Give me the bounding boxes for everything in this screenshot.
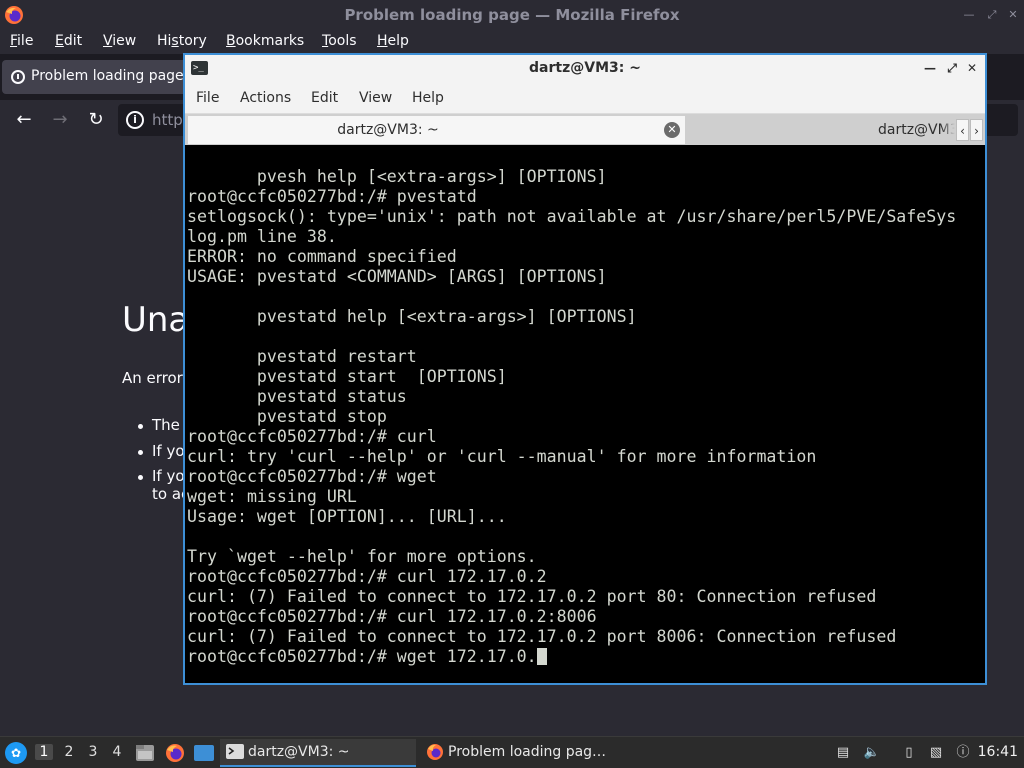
firefox-tab[interactable]: Problem loading page xyxy=(2,60,192,94)
forward-arrow-icon[interactable]: → xyxy=(49,109,71,131)
minimize-icon[interactable]: — xyxy=(962,8,976,22)
firefox-menubar: File Edit View History Bookmarks Tools H… xyxy=(0,30,1024,54)
firefox-icon xyxy=(427,744,443,760)
terminal-line: curl: (7) Failed to connect to 172.17.0.… xyxy=(187,627,897,646)
terminal-tab-active[interactable]: dartz@VM3: ~ ✕ xyxy=(188,116,685,144)
menu-file[interactable]: File xyxy=(10,33,33,49)
terminal-line: root@ccfc050277bd:/# pvestatd xyxy=(187,187,477,206)
workspace-1[interactable]: 1 xyxy=(35,744,53,760)
terminal-line: Try `wget --help' for more options. xyxy=(187,547,537,566)
update-notifier-icon[interactable]: ⓘ xyxy=(954,744,972,762)
terminal-menu-file[interactable]: File xyxy=(196,90,219,106)
error-bullet-2: If yo xyxy=(152,442,185,460)
terminal-menubar: File Actions Edit View Help xyxy=(185,83,985,113)
terminal-line: wget: missing URL xyxy=(187,487,357,506)
error-bullet-1: The xyxy=(152,416,180,434)
file-manager-icon[interactable] xyxy=(134,742,156,764)
taskbar: ✿ 1 2 3 4 dartz@VM3: ~ Problem loading p… xyxy=(0,736,1024,768)
terminal-line: curl: (7) Failed to connect to 172.17.0.… xyxy=(187,587,877,606)
chevron-right-icon[interactable]: › xyxy=(970,119,983,141)
window-title: Problem loading page — Mozilla Firefox xyxy=(344,6,680,24)
terminal-menu-view[interactable]: View xyxy=(359,90,392,106)
warning-info-icon xyxy=(11,70,25,84)
maximize-icon[interactable]: ⤢ xyxy=(985,8,999,22)
firefox-titlebar: Problem loading page — Mozilla Firefox —… xyxy=(0,0,1024,30)
text-cursor xyxy=(536,648,547,665)
terminal-window-title: dartz@VM3: ~ xyxy=(529,60,641,76)
terminal-line: pvestatd start [OPTIONS] xyxy=(187,367,507,386)
terminal-tab-2[interactable]: dartz@VM3: ~ xyxy=(685,116,955,144)
terminal-menu-actions[interactable]: Actions xyxy=(240,90,291,106)
maximize-icon[interactable]: ⤢ xyxy=(944,60,960,76)
terminal-line: curl: try 'curl --help' or 'curl --manua… xyxy=(187,447,817,466)
menu-history[interactable]: History xyxy=(157,33,207,49)
terminal-line: pvestatd restart xyxy=(187,347,417,366)
clipboard-icon[interactable]: ▤ xyxy=(834,744,852,762)
notes-icon[interactable]: ▯ xyxy=(900,744,918,762)
terminal-line: root@ccfc050277bd:/# curl xyxy=(187,427,437,446)
task-terminal[interactable]: dartz@VM3: ~ xyxy=(220,739,416,767)
error-bullet-3: If yo xyxy=(152,467,185,485)
terminal-line: pvestatd status xyxy=(187,387,407,406)
clock[interactable]: 16:41 xyxy=(978,744,1018,760)
workspace-2[interactable]: 2 xyxy=(60,744,78,760)
terminal-line: root@ccfc050277bd:/# curl 172.17.0.2 xyxy=(187,567,547,586)
network-icon[interactable]: ▧ xyxy=(927,744,945,762)
workspace-4[interactable]: 4 xyxy=(108,744,126,760)
terminal-line: setlogsock(): type='unix': path not avai… xyxy=(187,207,957,226)
task-label: dartz@VM3: ~ xyxy=(248,744,350,760)
volume-icon[interactable]: 🔈 xyxy=(863,744,881,762)
terminal-line: pvestatd stop xyxy=(187,407,387,426)
menu-bookmarks[interactable]: Bookmarks xyxy=(226,33,304,49)
terminal-titlebar[interactable]: >_ dartz@VM3: ~ — ⤢ ✕ xyxy=(185,55,985,83)
error-paragraph: An error xyxy=(122,369,183,387)
terminal-prompt-line[interactable]: root@ccfc050277bd:/# wget 172.17.0. xyxy=(187,647,983,667)
start-menu-icon[interactable]: ✿ xyxy=(5,742,27,764)
chevron-left-icon[interactable]: ‹ xyxy=(956,119,969,141)
tab-title: Problem loading page xyxy=(31,68,184,84)
terminal-line: root@ccfc050277bd:/# wget xyxy=(187,467,437,486)
terminal-line: ERROR: no command specified xyxy=(187,247,457,266)
error-heading: Una xyxy=(122,300,190,340)
bullet-dot xyxy=(138,424,143,429)
terminal-lines: pvesh help [<extra-args>] [OPTIONS] root@… xyxy=(187,167,983,647)
firefox-launcher-icon[interactable] xyxy=(164,742,186,764)
menu-view[interactable]: View xyxy=(103,33,136,49)
minimize-icon[interactable]: — xyxy=(922,60,938,76)
terminal-output[interactable]: pvesh help [<extra-args>] [OPTIONS] root@… xyxy=(187,167,983,681)
tab-fade xyxy=(941,116,955,144)
workspace-3[interactable]: 3 xyxy=(84,744,102,760)
prompt-text: root@ccfc050277bd:/# wget 172.17.0. xyxy=(187,647,537,666)
terminal-line: log.pm line 38. xyxy=(187,227,337,246)
terminal-line: root@ccfc050277bd:/# curl 172.17.0.2:800… xyxy=(187,607,597,626)
bullet-dot xyxy=(138,475,143,480)
menu-help[interactable]: Help xyxy=(377,33,409,49)
task-label: Problem loading pag… xyxy=(448,744,607,760)
bullet-dot xyxy=(138,450,143,455)
close-icon[interactable]: ✕ xyxy=(1006,8,1020,22)
site-info-icon[interactable]: i xyxy=(126,111,144,129)
terminal-tab-label: dartz@VM3: ~ xyxy=(337,122,439,138)
task-firefox[interactable]: Problem loading pag… xyxy=(420,739,630,767)
menu-tools[interactable]: Tools xyxy=(322,33,357,49)
terminal-menu-edit[interactable]: Edit xyxy=(311,90,338,106)
terminal-line: USAGE: pvestatd <COMMAND> [ARGS] [OPTION… xyxy=(187,267,607,286)
desktop-icon[interactable] xyxy=(193,742,215,764)
reload-icon[interactable]: ↻ xyxy=(85,109,107,131)
back-arrow-icon[interactable]: ← xyxy=(13,109,35,131)
terminal-window: >_ dartz@VM3: ~ — ⤢ ✕ File Actions Edit … xyxy=(183,53,987,685)
close-tab-icon[interactable]: ✕ xyxy=(664,122,680,138)
terminal-line: pvestatd help [<extra-args>] [OPTIONS] xyxy=(187,307,637,326)
terminal-tabbar: dartz@VM3: ~ ✕ dartz@VM3: ~ ‹ › xyxy=(185,113,985,145)
close-icon[interactable]: ✕ xyxy=(964,60,980,76)
terminal-line: pvesh help [<extra-args>] [OPTIONS] xyxy=(187,167,607,186)
menu-edit[interactable]: Edit xyxy=(55,33,82,49)
url-text[interactable]: http xyxy=(152,111,183,129)
terminal-icon xyxy=(226,744,244,759)
terminal-line: Usage: wget [OPTION]... [URL]... xyxy=(187,507,507,526)
terminal-menu-help[interactable]: Help xyxy=(412,90,444,106)
